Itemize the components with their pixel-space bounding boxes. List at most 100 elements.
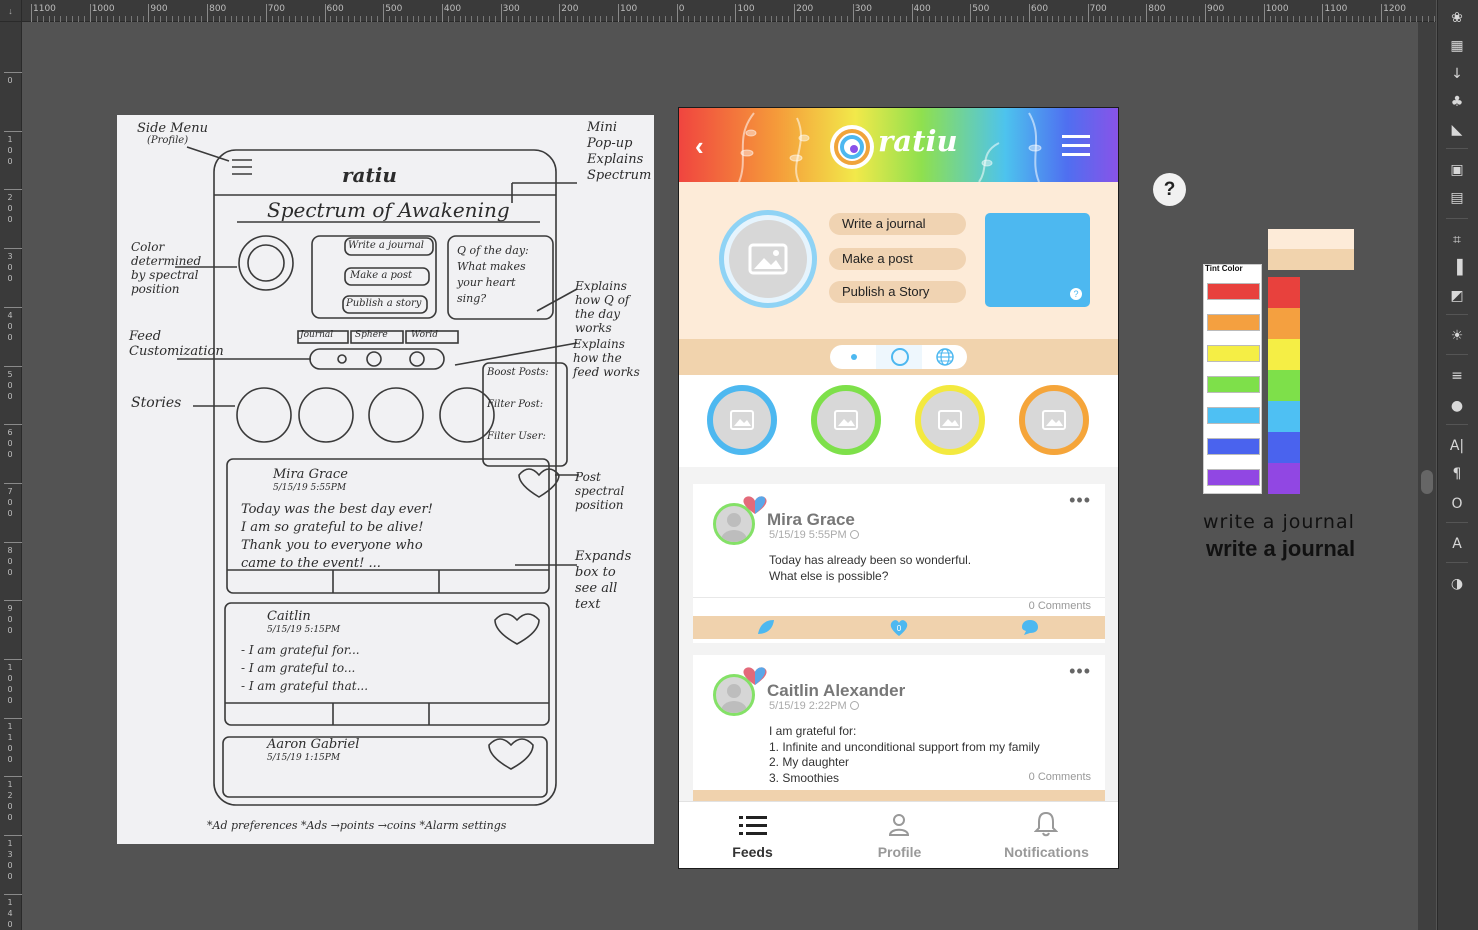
nav-profile[interactable]: Profile xyxy=(826,802,973,868)
comment-icon[interactable] xyxy=(1020,618,1040,636)
ruler-minor-tick xyxy=(512,16,514,22)
ruler-minor-tick xyxy=(1099,16,1101,22)
cream-swatch-1[interactable] xyxy=(1268,229,1354,249)
spectrum-swatch[interactable] xyxy=(1268,463,1300,494)
layers-icon[interactable]: ◩ xyxy=(1447,286,1467,306)
info-icon[interactable]: ? xyxy=(1070,288,1082,300)
tint-swatch[interactable] xyxy=(1207,469,1260,486)
tint-swatch[interactable] xyxy=(1207,283,1260,300)
globe-icon[interactable] xyxy=(936,348,954,366)
back-icon[interactable]: ‹ xyxy=(695,131,704,162)
ruler-minor-tick xyxy=(576,16,578,22)
tint-swatch[interactable] xyxy=(1207,407,1260,424)
club-icon[interactable]: ♣ xyxy=(1447,92,1467,112)
app-logo-text: ratiu xyxy=(878,124,958,158)
ruler-minor-tick xyxy=(312,16,314,22)
ruler-minor-tick xyxy=(424,16,426,22)
ruler-tick xyxy=(265,4,267,22)
post-card: ••• Mira Grace 5/15/19 5:55PM Today has … xyxy=(693,484,1105,643)
more-options-icon[interactable]: ••• xyxy=(1069,490,1091,511)
ruler-minor-tick xyxy=(1034,16,1036,22)
nav-feeds[interactable]: Feeds xyxy=(679,802,826,868)
toolbar-separator xyxy=(1446,314,1468,315)
nav-notifications[interactable]: Notifications xyxy=(973,802,1118,868)
tint-swatch[interactable] xyxy=(1207,376,1260,393)
tab-sphere[interactable] xyxy=(891,348,909,366)
scrollbar-thumb[interactable] xyxy=(1421,470,1433,494)
spectrum-swatch[interactable] xyxy=(1268,401,1300,432)
make-post-button[interactable]: Make a post xyxy=(829,248,966,270)
story-1[interactable] xyxy=(707,385,777,455)
ruler-origin[interactable]: ↓ xyxy=(0,0,22,22)
frame-icon[interactable]: ▣ xyxy=(1447,160,1467,180)
question-of-day-card[interactable]: ? xyxy=(985,213,1090,307)
ruler-tick xyxy=(207,4,209,22)
table-icon[interactable]: ▦ xyxy=(1447,36,1467,56)
ruler-minor-tick xyxy=(688,16,690,22)
heart-like-icon[interactable]: 0 xyxy=(889,619,909,637)
more-options-icon[interactable]: ••• xyxy=(1069,661,1091,682)
write-journal-button[interactable]: Write a journal xyxy=(829,213,966,235)
menu-icon[interactable] xyxy=(1062,135,1090,157)
publish-story-button[interactable]: Publish a Story xyxy=(829,281,966,303)
post-author[interactable]: Caitlin Alexander xyxy=(767,681,905,701)
brightness-icon[interactable]: ☀ xyxy=(1447,326,1467,346)
ruler-minor-tick xyxy=(682,16,684,22)
align-icon[interactable]: ▐ xyxy=(1447,258,1467,278)
ruler-minor-tick xyxy=(347,16,349,22)
post-author[interactable]: Mira Grace xyxy=(767,510,855,530)
ruler-minor-tick xyxy=(799,16,801,22)
left-ruler[interactable]: 0 1 0 0 2 0 0 3 0 0 4 0 0 5 0 0 6 0 0 7 0 0 8 0 … xyxy=(0,22,22,930)
rect-icon[interactable]: ▤ xyxy=(1447,188,1467,208)
tint-swatch[interactable] xyxy=(1207,314,1260,331)
text-icon[interactable]: A| xyxy=(1447,436,1467,456)
photoshop-workspace: 1100 1000 900 800 700 600 500 400 300 200 100 0 100 2… xyxy=(0,0,1478,930)
spectrum-swatch[interactable] xyxy=(1268,370,1300,401)
ruler-tick xyxy=(1381,4,1383,22)
ruler-minor-tick xyxy=(846,16,848,22)
ruler-minor-tick xyxy=(524,16,526,22)
spectrum-swatch[interactable] xyxy=(1268,339,1300,370)
tint-swatch[interactable] xyxy=(1207,438,1260,455)
spectrum-swatch[interactable] xyxy=(1268,432,1300,463)
cream-swatch-2[interactable] xyxy=(1268,249,1354,270)
usb-icon[interactable]: ↓ xyxy=(1447,64,1467,84)
help-button[interactable]: ? xyxy=(1153,173,1186,206)
paragraph-icon[interactable]: ¶ xyxy=(1447,464,1467,484)
profile-avatar[interactable] xyxy=(724,215,812,303)
app-header: ‹ ratiu xyxy=(679,108,1118,182)
spectrum-swatch[interactable] xyxy=(1268,277,1300,308)
ruler-minor-tick xyxy=(77,16,79,22)
glyph-o-icon[interactable]: O xyxy=(1447,494,1467,514)
ruler-minor-tick xyxy=(582,16,584,22)
ruler-minor-tick xyxy=(1040,16,1042,22)
story-4[interactable] xyxy=(1019,385,1089,455)
story-3[interactable] xyxy=(915,385,985,455)
ruler-label: 900 xyxy=(150,4,168,14)
leaf-icon[interactable] xyxy=(756,618,776,636)
story-2[interactable] xyxy=(811,385,881,455)
post-date: 5/15/19 5:55PM xyxy=(769,529,859,541)
top-ruler[interactable]: 1100 1000 900 800 700 600 500 400 300 200 100 0 100 2… xyxy=(0,0,1436,22)
ruler-minor-tick xyxy=(776,16,778,22)
circles-icon[interactable]: ● xyxy=(1447,396,1467,416)
ruler-minor-tick xyxy=(1093,16,1095,22)
globe-icon[interactable]: ◑ xyxy=(1447,574,1467,594)
wireframe-sketch: Side Menu (Profile) ratiu Spectrum of Aw… xyxy=(117,115,654,844)
spectrum-swatch[interactable] xyxy=(1268,308,1300,339)
tab-journal[interactable] xyxy=(851,354,857,360)
tint-swatch[interactable] xyxy=(1207,345,1260,362)
ruler-minor-tick xyxy=(923,16,925,22)
ruler-label: 600 xyxy=(1030,4,1049,14)
comments-count[interactable]: 0 Comments xyxy=(1029,600,1091,612)
lines-icon[interactable]: ≡ xyxy=(1447,366,1467,386)
comments-count[interactable]: 0 Comments xyxy=(1029,771,1091,783)
crop-icon[interactable]: ⌗ xyxy=(1447,230,1467,250)
sketch-filter-post: Filter Post: xyxy=(487,399,544,410)
gradient-icon[interactable]: ◣ xyxy=(1447,120,1467,140)
ruler-minor-tick xyxy=(1257,16,1259,22)
glyph-a-icon[interactable]: A xyxy=(1447,534,1467,554)
palette-icon[interactable]: ❀ xyxy=(1447,8,1467,28)
ruler-tick xyxy=(4,306,22,308)
sketch-color-note: Color determined by spectral position xyxy=(131,240,202,296)
